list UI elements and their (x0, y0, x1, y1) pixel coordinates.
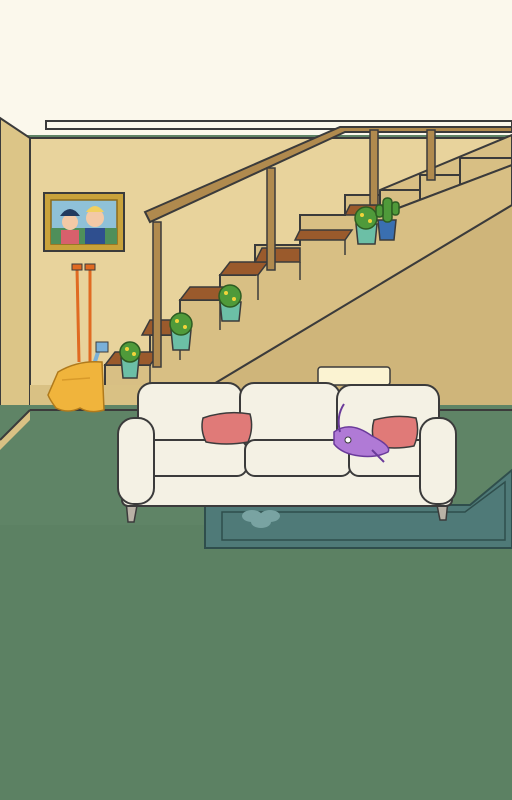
left-wall (0, 116, 31, 442)
potted-plant-icon[interactable] (354, 206, 378, 245)
pillow-icon[interactable] (201, 411, 253, 445)
game-scene (0, 0, 512, 800)
family-portrait-icon[interactable] (43, 192, 125, 252)
ceiling (0, 0, 512, 135)
potted-plant-icon[interactable] (119, 341, 141, 379)
sofa-icon[interactable] (117, 382, 457, 523)
potted-plant-icon[interactable] (218, 284, 242, 322)
potted-plant-icon[interactable] (169, 312, 193, 351)
